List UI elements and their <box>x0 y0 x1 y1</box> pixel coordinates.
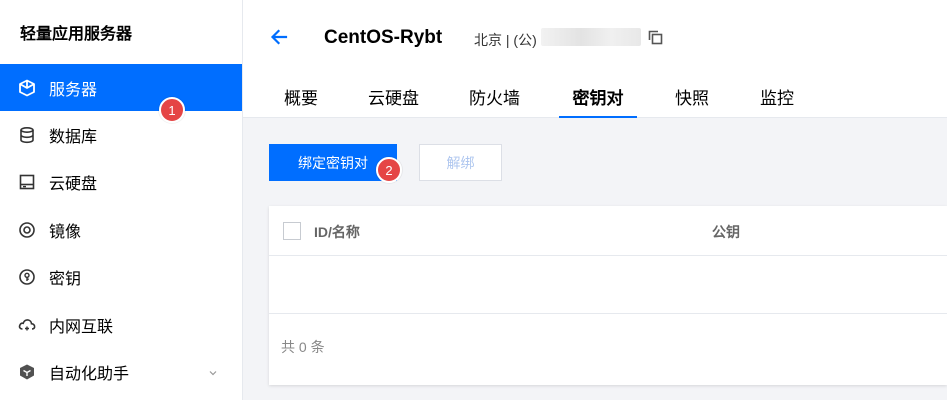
link-icon <box>18 316 36 334</box>
page-header: CentOS-Rybt 北京 | (公) 概要 云硬盘 防火墙 密钥对 快照 监… <box>243 0 947 118</box>
cube-icon <box>18 79 36 97</box>
sidebar-item-database[interactable]: 数据库 <box>0 111 242 158</box>
sidebar-item-automation[interactable]: 自动化助手 <box>0 348 242 395</box>
sidebar-item-label: 自动化助手 <box>49 365 130 383</box>
column-header-public-key: 公钥 <box>712 224 740 240</box>
tab-overview[interactable]: 概要 <box>281 84 321 118</box>
disk-icon <box>18 173 36 191</box>
tab-monitor[interactable]: 监控 <box>757 84 797 118</box>
sidebar-item-label: 镜像 <box>49 223 82 241</box>
sidebar-item-cloud-disk[interactable]: 云硬盘 <box>0 158 242 205</box>
tab-cloud-disk[interactable]: 云硬盘 <box>366 84 421 118</box>
step-badge-2: 2 <box>376 157 402 183</box>
masked-ip <box>541 28 641 46</box>
sidebar: 轻量应用服务器 服务器 数据库 云硬盘 镜像 密钥 内网互联 自动化助手 1 <box>0 0 243 400</box>
image-icon <box>18 221 36 239</box>
sidebar-item-key[interactable]: 密钥 <box>0 253 242 300</box>
key-pair-table: ID/名称 公钥 共 0 条 <box>269 206 947 385</box>
step-badge-1: 1 <box>159 97 185 123</box>
tab-bar: 概要 云硬盘 防火墙 密钥对 快照 监控 <box>243 84 947 118</box>
region-label: 北京 | (公) <box>474 32 537 48</box>
sidebar-item-image[interactable]: 镜像 <box>0 206 242 253</box>
chevron-down-icon[interactable] <box>208 365 218 376</box>
select-all-checkbox[interactable] <box>283 222 301 240</box>
sidebar-item-servers[interactable]: 服务器 <box>0 64 242 111</box>
sidebar-item-label: 数据库 <box>49 128 98 146</box>
sidebar-item-label: 服务器 <box>49 81 98 99</box>
key-icon <box>18 268 36 286</box>
table-header: ID/名称 公钥 <box>269 206 947 256</box>
column-header-id-name: ID/名称 <box>314 224 360 240</box>
tab-snapshot[interactable]: 快照 <box>672 84 712 118</box>
database-icon <box>18 126 36 144</box>
main-content: CentOS-Rybt 北京 | (公) 概要 云硬盘 防火墙 密钥对 快照 监… <box>243 0 947 400</box>
unbind-button[interactable]: 解绑 <box>419 144 502 181</box>
sidebar-item-private-network[interactable]: 内网互联 <box>0 301 242 348</box>
sidebar-item-label: 内网互联 <box>49 318 114 336</box>
tab-key-pair[interactable]: 密钥对 <box>559 84 637 118</box>
page-title: CentOS-Rybt <box>324 27 443 48</box>
automation-icon <box>18 363 36 381</box>
app-title: 轻量应用服务器 <box>20 26 133 43</box>
table-total-count: 共 0 条 <box>281 339 325 355</box>
sidebar-item-label: 云硬盘 <box>49 175 98 193</box>
copy-icon[interactable] <box>648 30 663 45</box>
sidebar-item-label: 密钥 <box>49 270 82 288</box>
tab-firewall[interactable]: 防火墙 <box>467 84 522 118</box>
back-arrow-icon[interactable] <box>269 27 289 47</box>
empty-table-body <box>269 256 947 314</box>
